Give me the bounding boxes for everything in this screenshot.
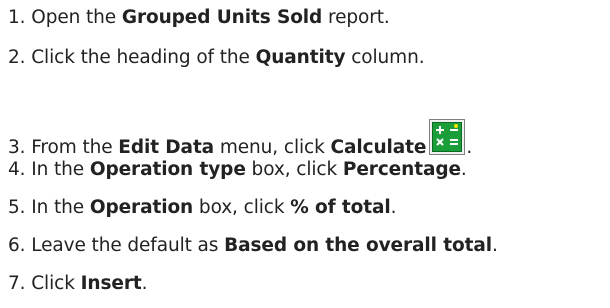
step-text: Leave the default as [31,235,225,256]
step-text: From the [31,137,119,158]
field-name: Operation type [89,159,246,180]
step-text: . [491,235,498,256]
report-name: Grouped Units Sold [121,7,323,28]
step-number: 6. [8,235,26,256]
step-text: . [460,159,467,180]
step-text: Click the heading of the [31,47,256,68]
option-name: Based on the overall total [224,235,492,256]
step-7: 7. Click Insert. [8,271,147,297]
calculate-icon-glyph [432,122,463,152]
step-text: column. [345,47,425,68]
step-number: 5. [8,197,26,218]
step-text: . [390,197,397,218]
step-3: 3. From the Edit Data menu, click Calcul… [8,119,472,161]
step-number: 1. [8,7,26,28]
step-number: 4. [8,159,26,180]
procedure-steps: 1. Open the Grouped Units Sold report. 2… [0,0,610,308]
step-text: In the [31,197,90,218]
option-name: Percentage [342,159,461,180]
step-4: 4. In the Operation type box, click Perc… [8,157,467,183]
column-name: Quantity [255,47,346,68]
step-number: 3. [8,137,26,158]
step-text: In the [31,159,90,180]
step-text: box, click [193,197,291,218]
field-name: Operation [89,197,194,218]
step-1: 1. Open the Grouped Units Sold report. [8,5,390,31]
step-text: menu, click [214,137,331,158]
step-6: 6. Leave the default as Based on the ove… [8,233,498,259]
step-text: box, click [245,159,343,180]
menu-name: Edit Data [118,137,215,158]
option-name: % of total [290,197,391,218]
step-text: report. [322,7,390,28]
step-text: . [466,137,473,158]
step-2: 2. Click the heading of the Quantity col… [8,45,425,71]
step-text: Open the [31,7,122,28]
step-number: 7. [8,273,26,294]
step-number: 2. [8,47,26,68]
step-text: . [141,273,148,294]
step-5: 5. In the Operation box, click % of tota… [8,195,397,221]
calculate-icon [429,119,466,155]
command-name: Calculate [330,137,427,158]
step-text: Click [31,273,81,294]
button-name: Insert [80,273,142,294]
